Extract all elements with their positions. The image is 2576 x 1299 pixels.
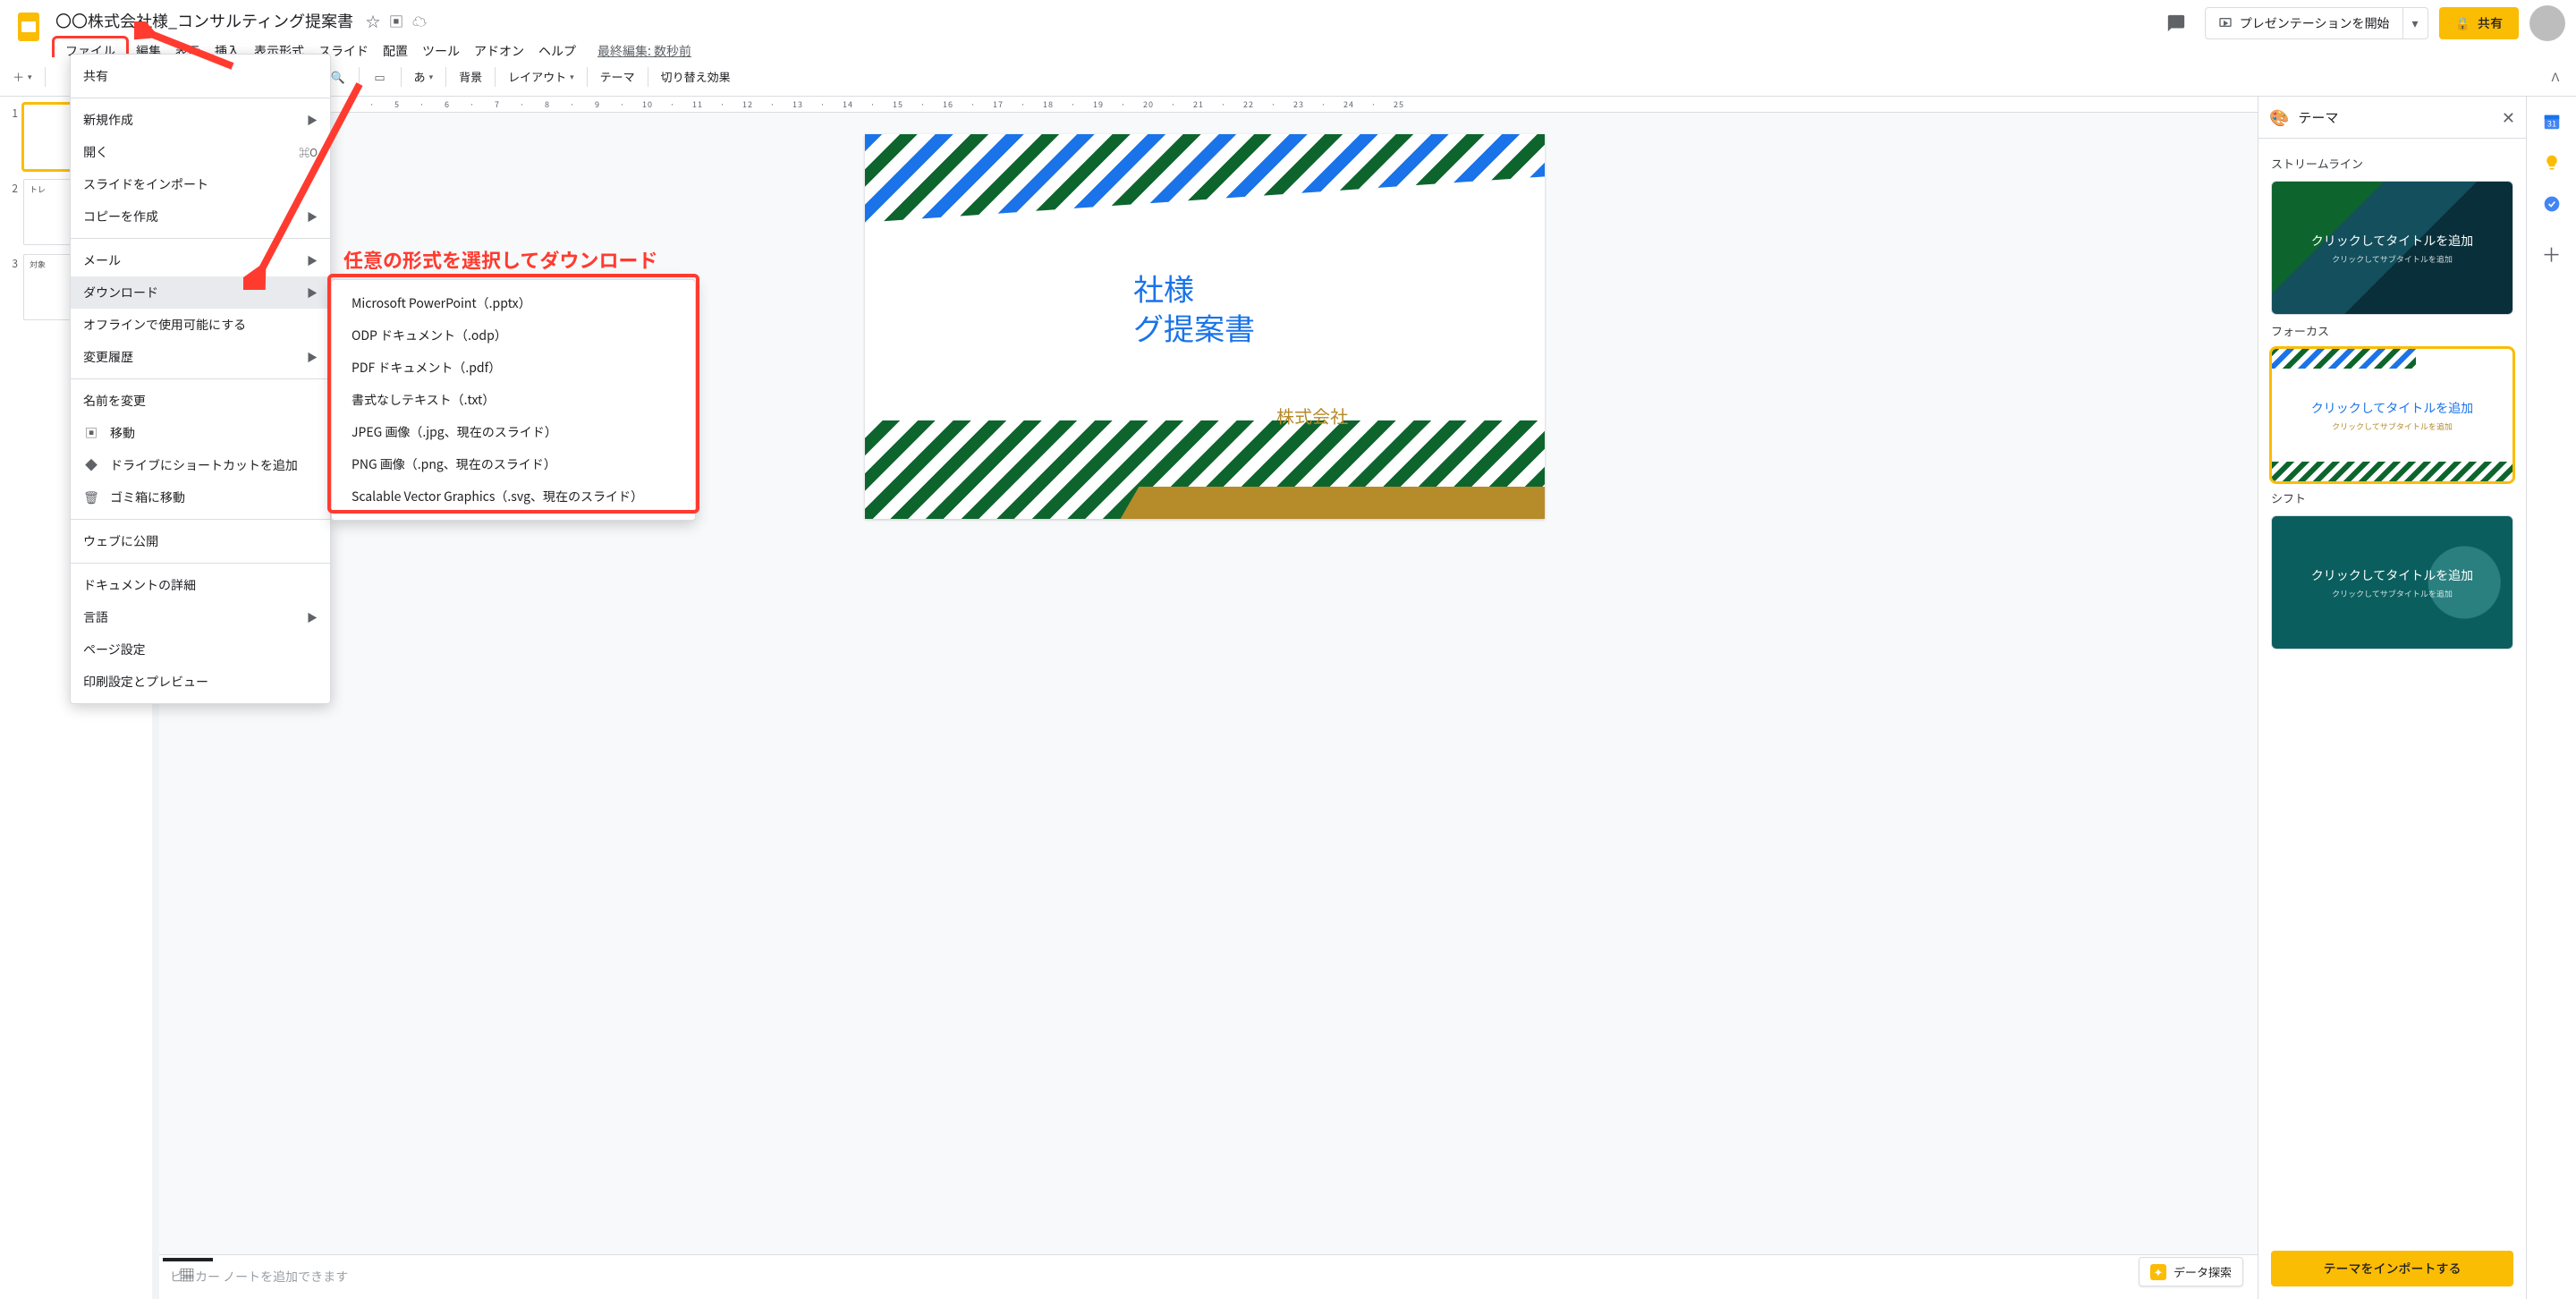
cloud-status-icon[interactable]: ☁	[412, 10, 427, 31]
theme-name-streamline: ストリームライン	[2271, 155, 2513, 172]
tasks-icon[interactable]	[2541, 193, 2563, 215]
divider-bar	[163, 1258, 213, 1261]
file-menu-print-preview[interactable]: 印刷設定とプレビュー	[71, 666, 330, 698]
file-menu-share[interactable]: 共有	[71, 60, 330, 92]
textbox-icon[interactable]: ▭	[367, 64, 394, 90]
file-menu-email[interactable]: メール▶	[71, 244, 330, 276]
file-menu-move[interactable]: ▣移動	[71, 417, 330, 449]
file-menu-trash[interactable]: 🗑ゴミ箱に移動	[71, 481, 330, 514]
app-header: 〇〇株式会社様_コンサルティング提案書 ☆ ▣ ☁ ファイル 編集 表示 挿入 …	[0, 0, 2576, 57]
theme-thumb-subtitle: クリックしてサブタイトルを追加	[2332, 253, 2453, 265]
thumb-label: トレ	[30, 183, 46, 195]
header-right: プレゼンテーションを開始 ▾ 🔒 共有	[2158, 5, 2569, 41]
download-txt[interactable]: 書式なしテキスト（.txt）	[332, 384, 695, 416]
present-button[interactable]: プレゼンテーションを開始 ▾	[2205, 7, 2428, 39]
annotation-text: 任意の形式を選択してダウンロード	[343, 245, 657, 274]
import-theme-button[interactable]: テーマをインポートする	[2271, 1251, 2513, 1286]
file-menu-page-setup[interactable]: ページ設定	[71, 633, 330, 666]
toolbar: ＋ 🔍 ▭ あ 背景 レイアウト テーマ 切り替え効果 ᐱ	[0, 57, 2576, 97]
lock-icon: 🔒	[2455, 14, 2470, 32]
thumb-index: 3	[5, 254, 18, 320]
download-jpg[interactable]: JPEG 画像（.jpg、現在のスライド）	[332, 416, 695, 448]
horizontal-ruler: ·1·2·3·4·5·6·7·8·9·10·11·12·13·14·15·16·…	[152, 97, 2258, 113]
download-svg[interactable]: Scalable Vector Graphics（.svg、現在のスライド）	[332, 480, 695, 513]
collapse-toolbar-icon[interactable]: ᐱ	[2542, 64, 2569, 90]
new-slide-button[interactable]: ＋	[7, 64, 38, 90]
explore-button[interactable]: ✦ データ探索	[2139, 1257, 2243, 1286]
explore-label: データ探索	[2174, 1263, 2232, 1280]
slides-logo[interactable]	[11, 9, 47, 45]
file-menu-make-copy[interactable]: コピーを作成▶	[71, 200, 330, 233]
file-menu-open[interactable]: 開く⌘O	[71, 136, 330, 168]
folder-icon: ▣	[83, 424, 99, 442]
drive-icon: ◆	[83, 456, 99, 474]
file-menu-import-slides[interactable]: スライドをインポート	[71, 168, 330, 200]
ime-indicator[interactable]: あ	[409, 64, 439, 90]
calendar-icon[interactable]: 31	[2541, 111, 2563, 132]
download-png[interactable]: PNG 画像（.png、現在のスライド）	[332, 448, 695, 480]
background-button[interactable]: 背景	[453, 64, 487, 90]
file-menu-rename[interactable]: 名前を変更	[71, 385, 330, 417]
explore-icon: ✦	[2150, 1264, 2166, 1280]
share-label: 共有	[2478, 14, 2503, 32]
download-odp[interactable]: ODP ドキュメント（.odp）	[332, 319, 695, 352]
file-menu-version-history[interactable]: 変更履歴▶	[71, 341, 330, 373]
close-icon[interactable]: ✕	[2502, 106, 2515, 129]
theme-thumb-title: クリックしてタイトルを追加	[2311, 232, 2474, 250]
document-title[interactable]: 〇〇株式会社様_コンサルティング提案書	[52, 7, 357, 34]
present-label: プレゼンテーションを開始	[2240, 14, 2390, 32]
theme-panel-title: テーマ	[2298, 108, 2492, 127]
theme-side-panel: 🎨 テーマ ✕ ストリームライン クリックしてタイトルを追加 クリックしてサブタ…	[2258, 97, 2526, 1299]
theme-thumb-title: クリックしてタイトルを追加	[2311, 399, 2474, 417]
file-menu-drive-shortcut[interactable]: ◆ドライブにショートカットを追加	[71, 449, 330, 481]
theme-name-shift: シフト	[2271, 489, 2513, 506]
file-menu-language[interactable]: 言語▶	[71, 601, 330, 633]
thumb-index: 1	[5, 104, 18, 170]
file-menu-new[interactable]: 新規作成▶	[71, 104, 330, 136]
comments-icon[interactable]	[2158, 7, 2194, 39]
transition-button[interactable]: 切り替え効果	[656, 64, 736, 90]
file-menu-dropdown: 共有 新規作成▶ 開く⌘O スライドをインポート コピーを作成▶ メール▶ ダウ…	[70, 54, 331, 704]
thumb-label: 対象	[30, 259, 46, 270]
slide-canvas[interactable]: 社様グ提案書 株式会社	[865, 134, 1545, 519]
thumb-index: 2	[5, 179, 18, 245]
download-pptx[interactable]: Microsoft PowerPoint（.pptx）	[332, 287, 695, 319]
side-rail: 31 ＋	[2526, 97, 2576, 1299]
download-submenu: Microsoft PowerPoint（.pptx） ODP ドキュメント（.…	[331, 279, 696, 521]
theme-thumb-title: クリックしてタイトルを追加	[2311, 566, 2474, 584]
speaker-notes[interactable]: ピーカー ノートを追加できます	[152, 1254, 2258, 1299]
theme-button[interactable]: テーマ	[595, 64, 640, 90]
account-avatar[interactable]	[2529, 5, 2565, 41]
theme-option-focus[interactable]: クリックしてタイトルを追加 クリックしてサブタイトルを追加	[2271, 348, 2513, 482]
theme-thumb-subtitle: クリックしてサブタイトルを追加	[2332, 420, 2453, 432]
file-menu-details[interactable]: ドキュメントの詳細	[71, 569, 330, 601]
theme-option-streamline[interactable]: クリックしてタイトルを追加 クリックしてサブタイトルを追加	[2271, 181, 2513, 315]
addons-plus-icon[interactable]: ＋	[2541, 243, 2563, 265]
file-menu-offline[interactable]: オフラインで使用可能にする	[71, 309, 330, 341]
layout-button[interactable]: レイアウト	[503, 64, 580, 90]
file-menu-publish[interactable]: ウェブに公開	[71, 525, 330, 557]
theme-name-focus: フォーカス	[2271, 322, 2513, 339]
keep-icon[interactable]	[2541, 152, 2563, 174]
trash-icon: 🗑	[83, 488, 99, 506]
file-menu-download[interactable]: ダウンロード▶	[71, 276, 330, 309]
share-button[interactable]: 🔒 共有	[2439, 7, 2519, 39]
move-folder-icon[interactable]: ▣	[389, 10, 403, 31]
theme-option-shift[interactable]: クリックしてタイトルを追加 クリックしてサブタイトルを追加	[2271, 515, 2513, 650]
theme-thumb-subtitle: クリックしてサブタイトルを追加	[2332, 588, 2453, 599]
slide-title-text[interactable]: 社様グ提案書	[1133, 268, 1255, 347]
grid-view-icon[interactable]: ▦	[179, 1263, 195, 1286]
present-caret-icon[interactable]: ▾	[2403, 14, 2428, 32]
palette-icon: 🎨	[2269, 106, 2289, 129]
canvas-area: ·1·2·3·4·5·6·7·8·9·10·11·12·13·14·15·16·…	[152, 97, 2258, 1299]
svg-text:31: 31	[2546, 117, 2555, 130]
slide-subtitle-text[interactable]: 株式会社	[1276, 403, 1348, 429]
download-pdf[interactable]: PDF ドキュメント（.pdf）	[332, 352, 695, 384]
star-icon[interactable]: ☆	[366, 10, 380, 31]
main-stage: 1 2 トレ 3 対象 ·1·2·3·4·5·6·7·8·9·10·11·12·…	[0, 97, 2576, 1299]
